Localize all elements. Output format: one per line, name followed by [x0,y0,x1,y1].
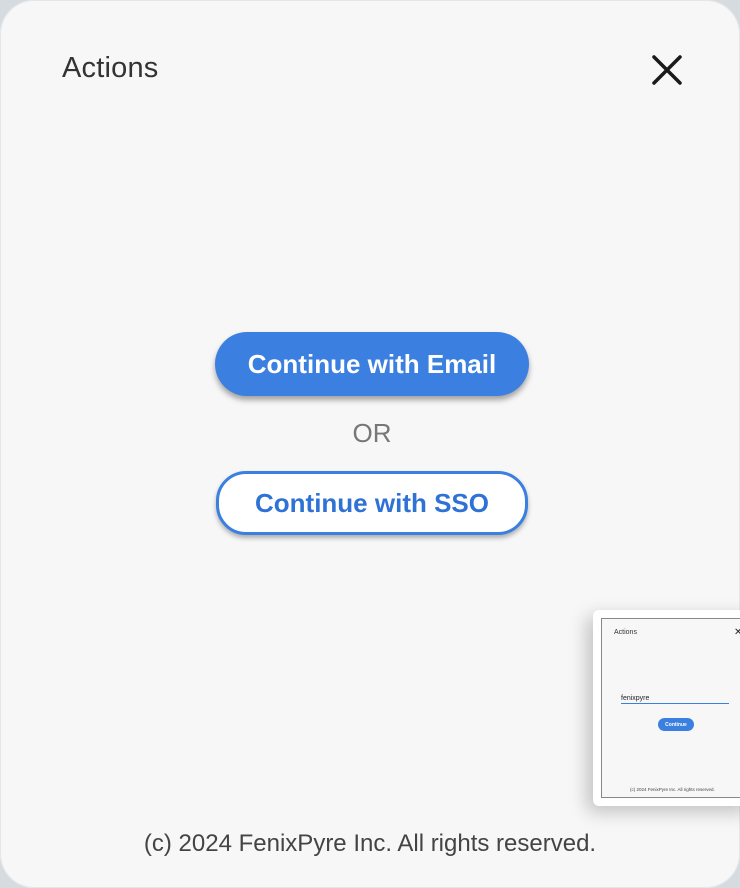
preview-window: Actions ✕ fenixpyre Continue (c) 2024 Fe… [601,618,740,798]
preview-thumbnail[interactable]: Actions ✕ fenixpyre Continue (c) 2024 Fe… [593,610,740,806]
continue-with-email-button[interactable]: Continue with Email [215,332,529,396]
close-button[interactable] [645,48,689,92]
copyright-footer: (c) 2024 FenixPyre Inc. All rights reser… [143,830,597,857]
or-separator: OR [352,418,392,448]
continue-with-sso-button[interactable]: Continue with SSO [216,471,528,535]
actions-dialog: Actions Continue with Email OR Continue … [0,0,740,888]
preview-close-icon: ✕ [734,627,740,638]
close-icon [645,48,689,92]
preview-title: Actions [614,629,637,636]
preview-continue-button: Continue [658,718,694,731]
preview-username-field: fenixpyre [621,695,729,704]
dialog-title: Actions [62,52,159,84]
preview-footer: (c) 2024 FenixPyre Inc. All rights reser… [630,787,715,792]
